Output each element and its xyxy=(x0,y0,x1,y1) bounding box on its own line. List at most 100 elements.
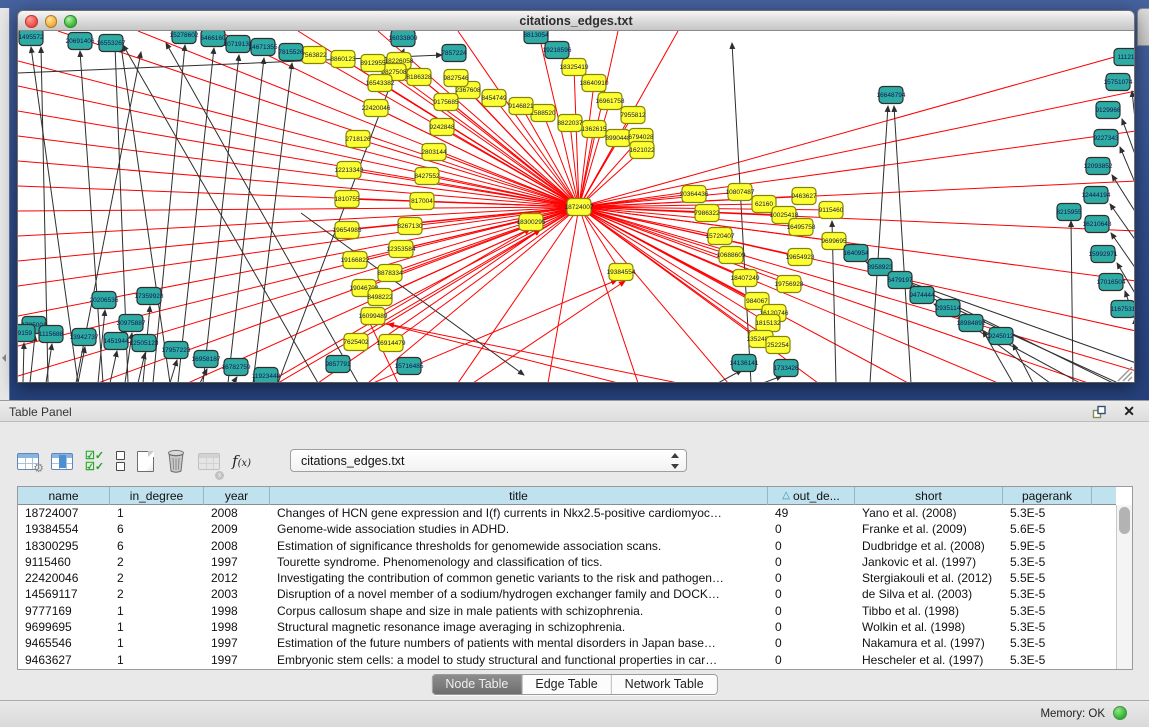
graph-node-selected[interactable]: 16914479 xyxy=(377,335,406,352)
column-header-in_degree[interactable]: in_degree xyxy=(110,487,204,505)
graph-node[interactable]: 15716485 xyxy=(395,358,424,375)
table-row[interactable]: 977716911998Corpus callosum shape and si… xyxy=(18,603,1116,619)
table-row[interactable]: 1830029562008Estimation of significance … xyxy=(18,538,1116,554)
graph-node-selected[interactable]: 19756928 xyxy=(775,276,804,293)
graph-node[interactable]: 15751074 xyxy=(1104,74,1133,91)
graph-node-selected[interactable]: 15720407 xyxy=(706,228,735,245)
graph-node[interactable]: 11923448 xyxy=(252,368,281,384)
new-table-icon[interactable] xyxy=(137,446,154,476)
graph-node[interactable]: 16958187 xyxy=(192,351,221,368)
graph-node[interactable]: 15992971 xyxy=(1089,246,1118,263)
graph-node-selected[interactable]: 9146821 xyxy=(508,98,534,115)
graph-node-selected[interactable]: 9699695 xyxy=(821,233,847,250)
graph-node[interactable]: 13942737 xyxy=(70,329,99,346)
graph-node-selected[interactable]: 7625402 xyxy=(343,334,369,351)
graph-node-selected[interactable]: 8267130 xyxy=(397,218,423,235)
column-header-pagerank[interactable]: pagerank xyxy=(1003,487,1092,505)
graph-node-selected[interactable]: 18724007 xyxy=(565,199,594,216)
graph-node-selected[interactable]: 19654923 xyxy=(786,249,815,266)
graph-node-selected[interactable]: 16543382 xyxy=(366,75,395,92)
graph-node[interactable]: 1640954 xyxy=(843,245,869,262)
graph-node-selected[interactable]: 9175685 xyxy=(433,94,459,111)
table-row[interactable]: 2242004622012Investigating the contribut… xyxy=(18,570,1116,586)
graph-node-selected[interactable]: 18325419 xyxy=(560,59,589,76)
graph-node[interactable]: 20206536 xyxy=(90,292,119,309)
column-header-title[interactable]: title xyxy=(270,487,768,505)
graph-node-selected[interactable]: 18407249 xyxy=(731,270,760,287)
graph-node[interactable]: 17957223 xyxy=(162,342,191,359)
graph-node-selected[interactable]: 7563822 xyxy=(301,47,327,64)
graph-node-selected[interactable]: 10807487 xyxy=(726,184,755,201)
graph-node-selected[interactable]: 18300295 xyxy=(517,214,546,231)
graph-node[interactable]: 1167531 xyxy=(1111,301,1135,318)
graph-node[interactable]: 20691406 xyxy=(66,33,95,50)
graph-node-selected[interactable]: 1810755 xyxy=(334,191,360,208)
graph-node-selected[interactable]: 12213343 xyxy=(335,162,364,179)
tab-edge-table[interactable]: Edge Table xyxy=(522,675,611,694)
graph-node-selected[interactable]: 7955812 xyxy=(620,107,646,124)
graph-node-selected[interactable]: 9115460 xyxy=(819,202,844,219)
table-row[interactable]: 946554611997Estimation of the future num… xyxy=(18,635,1116,651)
graph-node-selected[interactable]: 19654985 xyxy=(333,222,362,239)
graph-node[interactable]: 9474444 xyxy=(909,287,935,304)
table-selector-dropdown[interactable]: citations_edges.txt xyxy=(290,449,687,472)
graph-node[interactable]: 9129966 xyxy=(1095,102,1121,119)
graph-node[interactable]: 16782759 xyxy=(222,359,251,376)
graph-node-selected[interactable]: 9463627 xyxy=(791,188,817,205)
graph-node-selected[interactable]: 8454749 xyxy=(481,90,507,107)
graph-node[interactable]: 17016504 xyxy=(1097,274,1126,291)
graph-node-selected[interactable]: 10688609 xyxy=(717,247,746,264)
vertical-scrollbar[interactable] xyxy=(1116,505,1132,669)
graph-node-selected[interactable]: 1621022 xyxy=(629,142,655,159)
graph-node[interactable]: 16648794 xyxy=(877,87,906,104)
column-header-short[interactable]: short xyxy=(855,487,1003,505)
table-row[interactable]: 1456911722003Disruption of a novel membe… xyxy=(18,586,1116,602)
graph-node[interactable]: 12444194 xyxy=(1082,187,1111,204)
show-column-icon[interactable] xyxy=(51,446,73,476)
graph-node[interactable]: 14671355 xyxy=(249,39,278,56)
graph-node[interactable]: 1451944 xyxy=(103,333,129,350)
graph-node[interactable]: 19218596 xyxy=(543,42,572,59)
scrollbar-thumb[interactable] xyxy=(1119,507,1130,534)
float-panel-icon[interactable] xyxy=(1092,405,1107,420)
graph-node[interactable]: 16033809 xyxy=(389,31,418,47)
tab-network-table[interactable]: Network Table xyxy=(612,675,717,694)
graph-node-selected[interactable]: 8912955 xyxy=(360,55,386,72)
graph-node[interactable]: 9857791 xyxy=(325,356,351,373)
graph-node[interactable]: 1495572 xyxy=(18,31,44,46)
graph-node-selected[interactable]: 2718126 xyxy=(345,131,371,148)
graph-node[interactable]: 2935114 xyxy=(936,300,961,317)
graph-node-selected[interactable]: 8822037 xyxy=(557,115,583,132)
graph-node-selected[interactable]: 7986322 xyxy=(694,205,720,222)
graph-node-selected[interactable]: 12353584 xyxy=(387,241,416,258)
network-canvas[interactable]: 1872400718300295193845541832541918640910… xyxy=(17,31,1135,383)
graph-node-selected[interactable]: 8498222 xyxy=(367,289,393,306)
graph-node-selected[interactable]: 16961758 xyxy=(596,93,625,110)
graph-node-selected[interactable]: 1815132 xyxy=(755,315,781,332)
function-builder-icon[interactable]: f(x) xyxy=(232,452,251,470)
table-row[interactable]: 969969511998Structural magnetic resonanc… xyxy=(18,619,1116,635)
graph-node-selected[interactable]: 8990448 xyxy=(605,130,631,147)
graph-node-selected[interactable]: 1362615 xyxy=(581,121,607,138)
graph-node[interactable]: 1733426 xyxy=(773,360,799,377)
table-settings-icon[interactable]: ⚙ xyxy=(17,446,39,476)
graph-node[interactable]: 30975887 xyxy=(117,315,146,332)
graph-node-selected[interactable]: 2803144 xyxy=(421,144,447,161)
graph-node-selected[interactable]: 20364436 xyxy=(680,186,709,203)
graph-node[interactable]: 7857224 xyxy=(441,45,467,62)
delete-rows-icon[interactable] xyxy=(166,446,186,476)
graph-node[interactable]: 16553267 xyxy=(97,35,126,52)
graph-node-selected[interactable]: 9827546 xyxy=(443,70,469,87)
column-header-out_degree[interactable]: △out_de... xyxy=(768,487,855,505)
column-header-year[interactable]: year xyxy=(204,487,270,505)
graph-node-selected[interactable]: 9242848 xyxy=(429,119,455,136)
graph-node-selected[interactable]: 8878334 xyxy=(377,265,403,282)
graph-node[interactable]: 14136141 xyxy=(730,355,759,372)
graph-node[interactable]: 15278602 xyxy=(170,31,199,44)
graph-node[interactable]: 8813054 xyxy=(523,31,549,44)
graph-node-selected[interactable]: 16099489 xyxy=(359,308,388,325)
graph-node-selected[interactable]: 252254 xyxy=(766,337,790,354)
tab-node-table[interactable]: Node Table xyxy=(432,675,522,694)
table-row[interactable]: 946362711997Embryonic stem cells: a mode… xyxy=(18,652,1116,668)
graph-node[interactable]: 12093852 xyxy=(1084,158,1113,175)
